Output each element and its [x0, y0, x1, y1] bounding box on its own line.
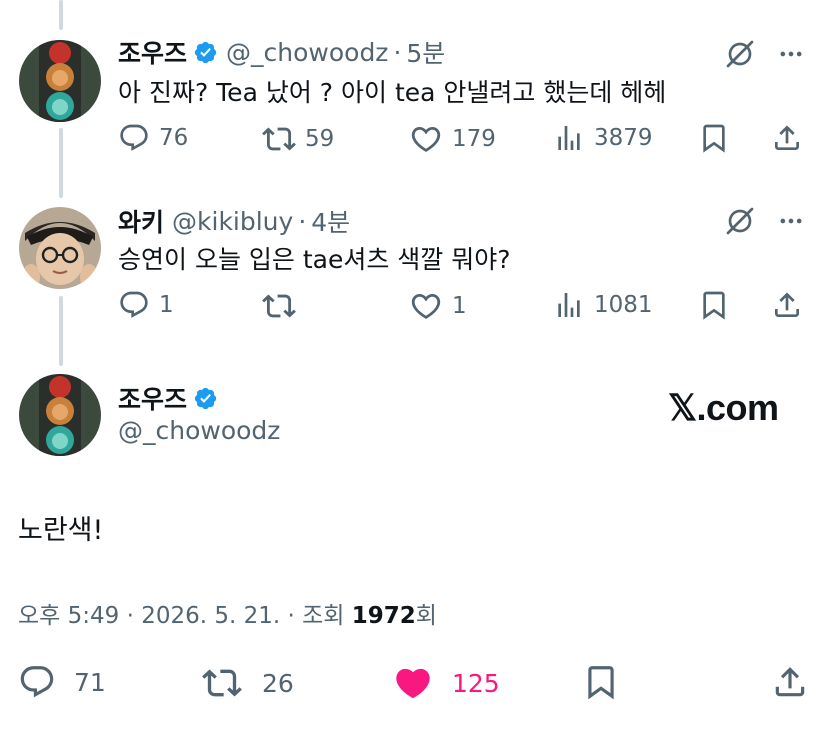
author-name[interactable]: 조우즈	[118, 380, 187, 416]
share-icon[interactable]	[771, 122, 803, 154]
more-icon[interactable]	[776, 207, 806, 235]
views-button[interactable]: 3879	[553, 122, 653, 154]
share-icon[interactable]	[771, 289, 803, 321]
like-icon	[409, 289, 443, 323]
grok-icon[interactable]	[724, 38, 756, 70]
share-icon[interactable]	[771, 663, 809, 701]
post-timestamp[interactable]: 오후 5:49 · 2026. 5. 21. · 조회	[18, 603, 352, 629]
x-logo-domain: .com	[696, 387, 780, 428]
like-filled-icon	[392, 663, 434, 703]
reply-icon	[18, 663, 56, 701]
thread-line-top	[59, 0, 63, 30]
repost-count: 26	[262, 668, 294, 698]
grok-icon[interactable]	[724, 205, 756, 237]
like-count: 179	[452, 126, 496, 152]
reply-count: 71	[74, 667, 106, 697]
bookmark-icon[interactable]	[582, 663, 620, 701]
more-icon[interactable]	[776, 40, 806, 68]
author-handle[interactable]: @_chowoodz	[226, 38, 388, 67]
post-time[interactable]: 5분	[406, 34, 445, 70]
thread-line-1	[59, 128, 63, 198]
like-button[interactable]: 1	[409, 289, 467, 323]
view-count: 1972	[351, 603, 416, 629]
avatar[interactable]	[19, 207, 101, 289]
view-suffix: 회	[415, 603, 437, 629]
repost-button[interactable]	[262, 289, 305, 323]
reply-header: 조우즈 @_chowoodz · 5분	[118, 34, 445, 70]
bookmark-icon[interactable]	[698, 289, 730, 321]
avatar[interactable]	[19, 374, 101, 456]
like-button[interactable]: 125	[392, 663, 500, 703]
like-count: 1	[452, 293, 467, 319]
reply-button[interactable]: 76	[118, 122, 188, 154]
post-text: 노란색!	[18, 515, 104, 546]
repost-button[interactable]: 59	[262, 122, 334, 156]
verified-badge-icon	[193, 40, 218, 65]
post-text: 승연이 오늘 입은 tae셔츠 색깔 뭐야?	[118, 245, 511, 274]
reply-count: 76	[159, 125, 189, 151]
views-icon	[553, 289, 585, 321]
views-button[interactable]: 1081	[553, 289, 653, 321]
post-meta: 오후 5:49 · 2026. 5. 21. · 조회 1972회	[18, 596, 437, 630]
like-icon	[409, 122, 443, 156]
repost-count: 59	[305, 126, 335, 152]
repost-icon	[262, 122, 296, 156]
repost-icon	[202, 663, 242, 703]
views-count: 3879	[594, 125, 653, 151]
views-count: 1081	[594, 292, 653, 318]
bookmark-icon[interactable]	[698, 122, 730, 154]
author-handle[interactable]: @_chowoodz	[118, 416, 280, 445]
author-name[interactable]: 조우즈	[118, 34, 187, 70]
x-logo: 𝕏 .com	[668, 387, 779, 429]
x-logo-mark: 𝕏	[668, 387, 697, 428]
reply-header: 와키 @kikibluy · 4분	[118, 203, 350, 239]
reply-icon	[118, 289, 150, 321]
verified-badge-icon	[193, 386, 218, 411]
post-text: 아 진짜? Tea 났어 ? 아이 tea 안낼려고 했는데 헤헤	[118, 78, 667, 107]
views-icon	[553, 122, 585, 154]
thread-line-2	[59, 296, 63, 366]
main-author-row: 조우즈	[118, 380, 218, 416]
reply-button[interactable]: 71	[18, 663, 106, 701]
like-count: 125	[452, 668, 500, 698]
author-name[interactable]: 와키	[118, 203, 164, 239]
separator-dot: ·	[298, 206, 307, 236]
author-handle[interactable]: @kikibluy	[172, 207, 293, 236]
reply-count: 1	[159, 292, 174, 318]
repost-button[interactable]: 26	[202, 663, 294, 703]
reply-icon	[118, 122, 150, 154]
separator-dot: ·	[393, 37, 402, 67]
avatar[interactable]	[19, 40, 101, 122]
reply-button[interactable]: 1	[118, 289, 174, 321]
post-time[interactable]: 4분	[311, 203, 350, 239]
main-handle-row: @_chowoodz	[118, 416, 280, 445]
like-button[interactable]: 179	[409, 122, 496, 156]
repost-icon	[262, 289, 296, 323]
